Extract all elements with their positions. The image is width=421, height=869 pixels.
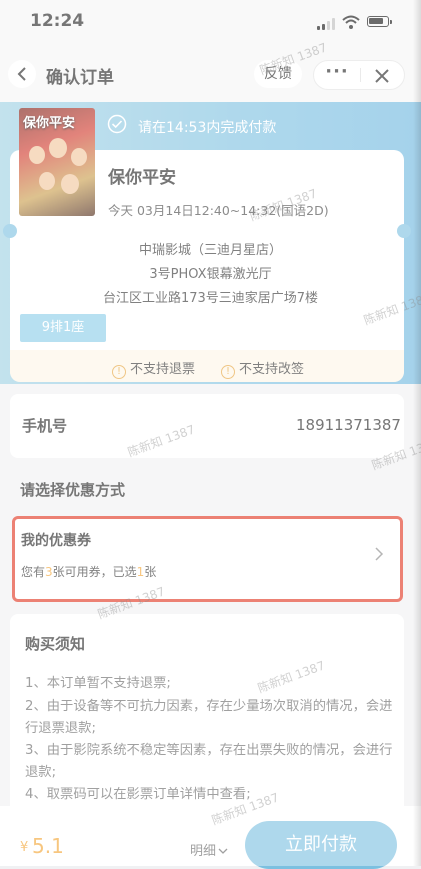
poster-figure xyxy=(49,138,67,158)
coupon-summary-text: 您有 xyxy=(21,565,46,579)
notice-text: 不支持退票 xyxy=(130,362,196,377)
check-circle-icon xyxy=(107,114,127,134)
phone-label: 手机号 xyxy=(22,417,68,435)
coupon-summary-text: 张可用券，已选 xyxy=(52,565,137,579)
battery-icon xyxy=(367,16,392,27)
movie-title: 保你平安 xyxy=(108,168,176,188)
coupon-summary: 您有3张可用券，已选1张 xyxy=(21,563,156,580)
coupon-title: 我的优惠券 xyxy=(21,533,91,549)
chevron-down-icon xyxy=(218,848,228,854)
card-notch-left xyxy=(3,224,17,238)
no-change-notice: ! 不支持改签 xyxy=(221,358,304,379)
cinema-name: 中瑞影城（三迪月星店） xyxy=(138,243,282,258)
status-bar: 12:24 xyxy=(0,0,421,44)
card-notch-right xyxy=(397,224,411,238)
phone-value: 18911371387 xyxy=(296,416,401,434)
feedback-button[interactable]: 反馈 xyxy=(254,60,302,88)
chevron-right-icon xyxy=(375,547,384,561)
poster-title: 保你平安 xyxy=(23,116,76,131)
no-refund-notice: ! 不支持退票 xyxy=(112,358,195,379)
nav-bar: 确认订单 反馈 ··· xyxy=(0,44,421,102)
wifi-icon xyxy=(342,15,360,29)
payment-countdown: 请在14:53内完成付款 xyxy=(138,120,277,136)
coupon-row[interactable] xyxy=(12,516,403,602)
signal-icon xyxy=(317,18,335,30)
close-icon xyxy=(375,69,389,83)
refund-notice-bar xyxy=(10,350,404,382)
rule-item: 1、本订单暂不支持退票; xyxy=(25,676,171,691)
hall-name: 3号PHOX银幕激光厅 xyxy=(149,267,272,282)
poster-figure xyxy=(29,146,45,164)
purchase-notes-title: 购买须知 xyxy=(25,635,86,653)
pay-now-button[interactable]: 立即付款 xyxy=(245,821,397,869)
close-button[interactable] xyxy=(361,61,404,89)
available-coupon-count: 3 xyxy=(45,565,53,579)
page-edge-shadow xyxy=(413,0,421,866)
warning-icon: ! xyxy=(221,365,235,379)
poster-figure xyxy=(71,148,87,166)
status-time: 12:24 xyxy=(30,11,85,31)
movie-poster: 保你平安 xyxy=(19,108,95,216)
rule-item: 4、取票码可以在影票订单详情中查看; xyxy=(25,787,251,802)
detail-label: 明细 xyxy=(190,844,217,859)
rule-item: 2、由于设备等不可抗力因素，存在少量场次取消的情况，会进行退票退款; xyxy=(25,699,393,736)
mini-program-capsule: ··· xyxy=(313,60,405,90)
currency-symbol: ¥ xyxy=(20,840,29,855)
poster-figure xyxy=(61,174,79,194)
rule-item: 3、由于影院系统不稳定等因素，存在出票失败的情况，会进行退款; xyxy=(25,743,393,780)
poster-figure xyxy=(39,172,55,190)
warning-icon: ! xyxy=(112,365,126,379)
show-time: 今天 03月14日12:40~14:32(国语2D) xyxy=(108,203,329,218)
seat-badge: 9排1座 xyxy=(20,314,106,342)
cinema-address: 台江区工业路173号三迪家居广场7楼 xyxy=(102,291,319,306)
back-button[interactable] xyxy=(8,60,36,88)
more-button[interactable]: ··· xyxy=(314,61,360,89)
page-title: 确认订单 xyxy=(46,68,114,88)
chevron-left-icon xyxy=(17,67,26,81)
price-detail-toggle[interactable]: 明细 xyxy=(190,840,228,859)
discount-section-title: 请选择优惠方式 xyxy=(20,481,126,499)
coupon-summary-text: 张 xyxy=(144,565,157,579)
total-price: 5.1 xyxy=(32,834,64,858)
notice-text: 不支持改签 xyxy=(239,362,305,377)
